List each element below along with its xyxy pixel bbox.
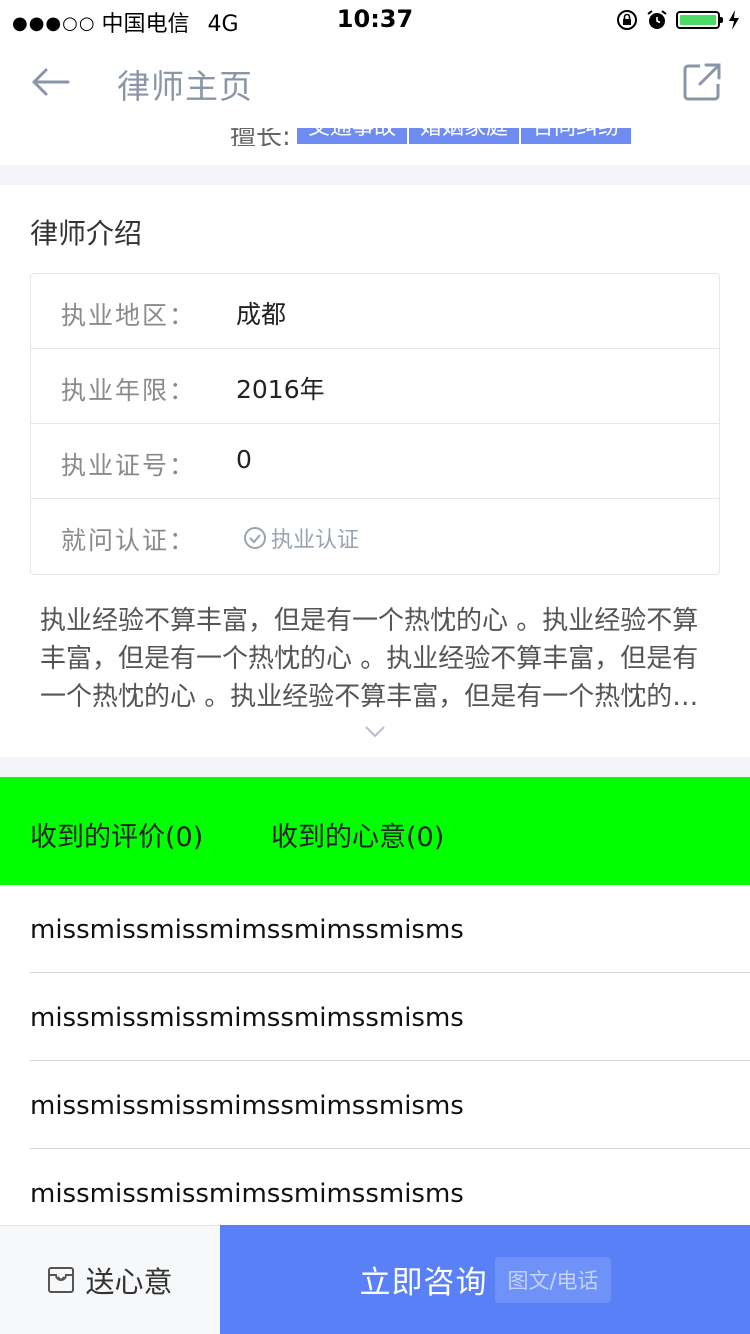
section-divider — [0, 757, 750, 777]
section-divider — [0, 165, 750, 185]
list-item-text: missmissmissmimssmimssmisms — [30, 1091, 464, 1121]
list-item[interactable]: missmissmissmimssmimssmisms — [30, 1149, 750, 1236]
expand-button[interactable] — [364, 724, 386, 738]
certification-badge: 执业认证 — [243, 522, 359, 554]
list-item[interactable]: missmissmissmimssmimssmisms — [30, 973, 750, 1061]
info-value: 2016年 — [236, 375, 325, 404]
info-value: 成都 — [236, 300, 287, 329]
intro-section-title: 律师介绍 — [30, 217, 143, 250]
info-value: 0 — [236, 445, 252, 474]
consult-now-button[interactable]: 立即咨询 图文/电话 — [220, 1225, 750, 1334]
tab-bar: 收到的评价(0) 收到的心意(0) — [0, 777, 750, 885]
list-item-text: missmissmissmimssmimssmisms — [30, 1003, 464, 1033]
list-item[interactable]: missmissmissmimssmimssmisms — [30, 1061, 750, 1149]
send-gift-button[interactable]: 送心意 — [0, 1225, 220, 1334]
specialty-row: 擅长: 交通事故 婚姻家庭 合同纠纷 — [0, 128, 750, 146]
info-row-years: 执业年限： 2016年 — [31, 349, 719, 424]
intro-description: 执业经验不算丰富，但是有一个热忱的心 。执业经验不算丰富，但是有一个热忱的心 。… — [40, 606, 699, 712]
list-item[interactable]: missmissmissmimssmimssmisms — [30, 885, 750, 973]
specialty-tag[interactable]: 婚姻家庭 — [409, 128, 519, 144]
specialty-label: 擅长: — [230, 128, 291, 146]
gift-envelope-icon — [48, 1267, 75, 1293]
info-row-region: 执业地区： 成都 — [31, 274, 719, 349]
status-right — [616, 8, 740, 32]
charging-bolt-icon — [729, 10, 739, 30]
info-label: 就问认证： — [61, 526, 197, 555]
alarm-clock-icon — [647, 10, 667, 29]
info-row-certification: 就问认证： 执业认证 — [31, 499, 719, 574]
back-arrow-icon — [32, 68, 70, 96]
info-table: 执业地区： 成都 执业年限： 2016年 执业证号： 0 就问认证： 执业认证 — [30, 273, 720, 575]
battery-icon — [676, 11, 723, 29]
tab-gifts[interactable]: 收到的心意(0) — [271, 815, 444, 854]
status-bar: ●●●○○ 中国电信 4G 10:37 — [0, 0, 750, 40]
info-label: 执业证号： — [61, 451, 197, 480]
review-list: missmissmissmimssmimssmisms missmissmiss… — [0, 885, 750, 1236]
tab-reviews[interactable]: 收到的评价(0) — [30, 815, 203, 854]
page-title: 律师主页 — [117, 67, 253, 106]
battery-level — [680, 15, 716, 25]
check-circle-icon — [244, 527, 266, 549]
bottom-action-bar: 送心意 立即咨询 图文/电话 — [0, 1225, 750, 1334]
list-item-text: missmissmissmimssmimssmisms — [30, 1179, 464, 1209]
chevron-down-icon — [365, 726, 385, 738]
consult-now-label: 立即咨询 — [359, 1265, 488, 1301]
back-button[interactable] — [28, 60, 72, 104]
info-label: 执业年限： — [61, 376, 197, 405]
rotation-lock-icon — [617, 10, 637, 30]
info-label: 执业地区： — [61, 301, 197, 330]
nav-bar: 律师主页 — [0, 40, 750, 128]
share-button[interactable] — [682, 62, 722, 102]
send-gift-label: 送心意 — [85, 1265, 173, 1299]
certification-label: 执业认证 — [271, 528, 360, 553]
specialty-tag[interactable]: 合同纠纷 — [521, 128, 631, 144]
share-external-icon — [683, 63, 721, 101]
specialty-tag[interactable]: 交通事故 — [297, 128, 407, 144]
info-row-license: 执业证号： 0 — [31, 424, 719, 499]
list-item-text: missmissmissmimssmimssmisms — [30, 915, 464, 945]
consult-type-badge: 图文/电话 — [495, 1256, 611, 1303]
